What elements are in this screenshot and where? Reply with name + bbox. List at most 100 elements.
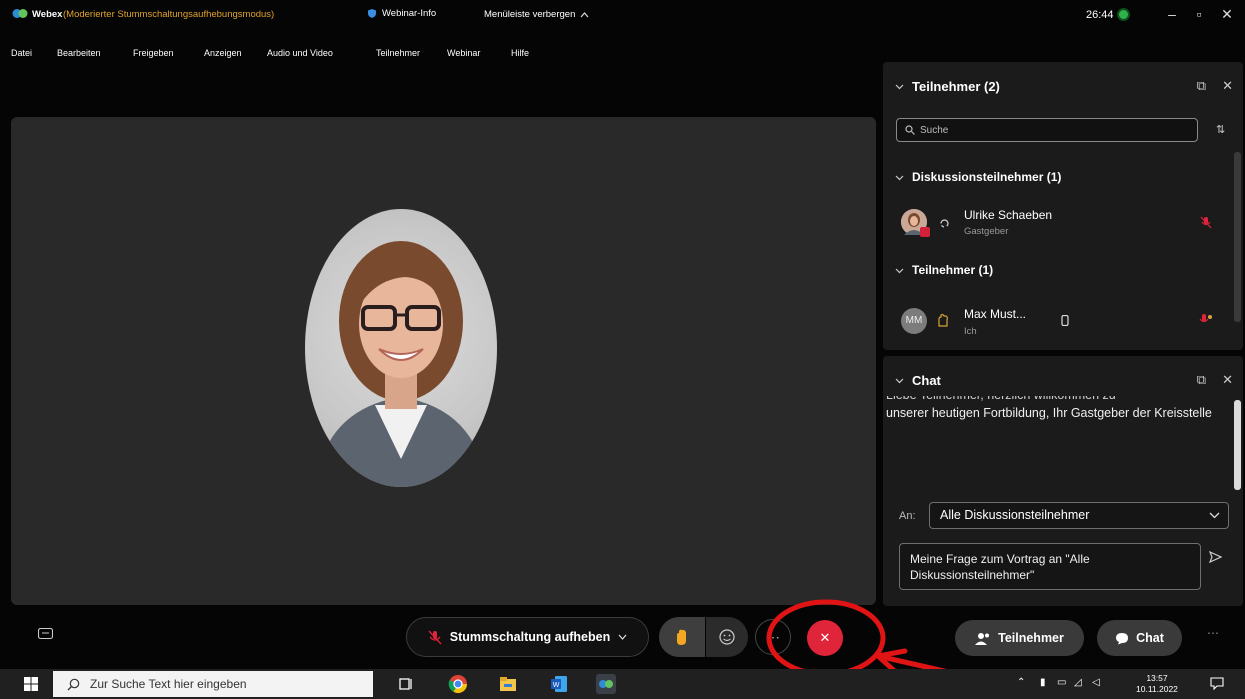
participants-scrollbar[interactable]	[1234, 152, 1241, 322]
send-icon[interactable]	[1209, 551, 1222, 563]
search-icon	[67, 678, 80, 690]
hide-menu-label: Menüleiste verbergen	[484, 9, 576, 20]
chat-scrollbar[interactable]	[1234, 400, 1241, 490]
unmute-button[interactable]: Stummschaltung aufheben	[406, 617, 649, 657]
chat-message: Liebe Teilnehmer, herzlich willkommen zu…	[886, 396, 1222, 496]
chat-button[interactable]: Chat	[1097, 620, 1182, 656]
menu-anzeigen[interactable]: Anzeigen	[204, 48, 242, 58]
participant-row[interactable]	[901, 209, 930, 237]
participant-row[interactable]: MM	[901, 308, 927, 334]
recipient-select[interactable]: Alle Diskussionsteilnehmer	[929, 502, 1229, 529]
minimize-icon[interactable]: –	[1163, 5, 1181, 23]
close-icon[interactable]: ✕	[1218, 5, 1236, 23]
menu-freigeben[interactable]: Freigeben	[133, 48, 174, 58]
title-bar: Webex (Moderierter Stummschaltungsaufheb…	[0, 0, 1245, 28]
menu-audio-video[interactable]: Audio und Video	[267, 48, 333, 58]
taskbar-date: 10.11.2022	[1136, 684, 1178, 694]
participants-title: Teilnehmer (2)	[912, 78, 1000, 94]
chevron-down-icon	[895, 175, 904, 180]
phone-icon	[1061, 315, 1069, 326]
search-icon	[905, 125, 915, 135]
avatar: MM	[901, 308, 927, 334]
participants-header[interactable]: Teilnehmer (2)	[895, 76, 1000, 96]
chevron-down-icon	[1209, 512, 1220, 519]
maximize-icon[interactable]: ▫	[1190, 5, 1208, 23]
word-icon[interactable]: W	[549, 674, 569, 694]
microphone-raise-icon[interactable]	[1199, 313, 1213, 326]
menu-datei[interactable]: Datei	[11, 48, 32, 58]
menu-hilfe[interactable]: Hilfe	[511, 48, 529, 58]
participants-icon	[975, 632, 990, 645]
recipient-value: Alle Diskussionsteilnehmer	[940, 508, 1090, 522]
chevron-up-icon[interactable]: ⌃	[1017, 677, 1025, 688]
chevron-down-icon	[895, 378, 904, 383]
participants-header-icons: ⧉ ✕	[1197, 78, 1233, 94]
section-panelists[interactable]: Diskussionsteilnehmer (1)	[895, 170, 1061, 184]
section-attendees[interactable]: Teilnehmer (1)	[895, 263, 993, 277]
section-panelists-title: Diskussionsteilnehmer (1)	[912, 170, 1062, 184]
chrome-icon[interactable]	[448, 674, 468, 694]
chat-header[interactable]: Chat	[895, 370, 941, 390]
hand-icon	[677, 629, 686, 645]
taskbar-clock[interactable]: 13:57 10.11.2022	[1136, 673, 1178, 695]
captions-icon[interactable]	[38, 628, 53, 641]
battery-icon[interactable]: ▭	[1057, 677, 1066, 688]
sort-icon[interactable]: ⇅	[1216, 123, 1225, 136]
webinar-info-button[interactable]: Webinar-Info	[368, 8, 436, 19]
taskbar-search-placeholder: Zur Suche Text hier eingeben	[90, 677, 247, 691]
notification-icon[interactable]	[1210, 677, 1224, 690]
more-icon[interactable]: ⋯	[1207, 626, 1219, 640]
popout-icon[interactable]: ⧉	[1197, 78, 1206, 94]
close-icon[interactable]: ✕	[1222, 372, 1233, 388]
chat-header-icons: ⧉ ✕	[1197, 372, 1233, 388]
popout-icon[interactable]: ⧉	[1197, 372, 1206, 388]
chevron-down-icon	[895, 84, 904, 89]
volume-icon[interactable]: ◁	[1092, 677, 1100, 688]
participants-button[interactable]: Teilnehmer	[955, 620, 1084, 656]
webex-taskbar-icon[interactable]	[596, 674, 616, 694]
more-options-button[interactable]: ⋯	[755, 619, 791, 655]
usb-icon[interactable]: ▮	[1040, 677, 1046, 688]
sync-icon	[940, 219, 949, 228]
chat-title: Chat	[912, 372, 941, 388]
microphone-muted-icon[interactable]	[1200, 216, 1212, 229]
windows-taskbar: Zur Suche Text hier eingeben W ⌃ ▮ ▭ ◿ ◁…	[0, 669, 1245, 699]
webex-logo-icon	[12, 9, 28, 18]
participant-search-input[interactable]: Suche	[896, 118, 1198, 142]
participant-name: Max Must...	[964, 307, 1027, 321]
avatar	[901, 209, 930, 237]
chat-message-text: unserer heutigen Fortbildung, Ihr Gastge…	[886, 406, 1212, 420]
emoji-icon	[719, 629, 735, 645]
close-icon: ✕	[819, 630, 831, 645]
network-icon[interactable]: ◿	[1074, 677, 1082, 688]
presenter-photo	[315, 241, 487, 487]
menu-bearbeiten[interactable]: Bearbeiten	[57, 48, 101, 58]
leave-meeting-button[interactable]: ✕	[807, 620, 843, 656]
taskbar-search-input[interactable]: Zur Suche Text hier eingeben	[53, 671, 373, 697]
app-name: Webex	[32, 9, 63, 20]
chat-input[interactable]: Meine Frage zum Vortrag an "Alle Diskuss…	[899, 543, 1201, 590]
participant-role: Ich	[964, 326, 977, 337]
task-view-icon[interactable]	[396, 674, 416, 694]
windows-start-icon[interactable]	[24, 677, 38, 691]
chevron-down-icon	[895, 268, 904, 273]
reactions-button[interactable]	[706, 617, 748, 657]
participant-role: Gastgeber	[964, 226, 1009, 237]
hand-raised-icon	[938, 314, 948, 327]
hide-menu-button[interactable]: Menüleiste verbergen	[484, 9, 589, 20]
participants-panel: Teilnehmer (2) ⧉ ✕ Suche ⇅ Diskussionste…	[883, 62, 1243, 350]
recipient-label: An:	[899, 510, 916, 522]
video-off-icon	[920, 227, 930, 237]
raise-hand-button[interactable]	[659, 617, 705, 657]
svg-text:W: W	[553, 682, 560, 689]
participant-name: Ulrike Schaeben	[964, 208, 1053, 222]
menu-webinar[interactable]: Webinar	[447, 48, 480, 58]
status-indicator-icon[interactable]	[1117, 8, 1130, 21]
file-explorer-icon[interactable]	[498, 674, 518, 694]
moderated-mode-label: (Moderierter Stummschaltungsaufhebungsmo…	[63, 9, 275, 20]
shield-icon	[368, 9, 376, 18]
webex-window: Webex (Moderierter Stummschaltungsaufheb…	[0, 0, 1245, 699]
menu-teilnehmer[interactable]: Teilnehmer	[376, 48, 420, 58]
close-icon[interactable]: ✕	[1222, 78, 1233, 94]
chat-panel: Chat ⧉ ✕ Liebe Teilnehmer, herzlich will…	[883, 356, 1243, 606]
